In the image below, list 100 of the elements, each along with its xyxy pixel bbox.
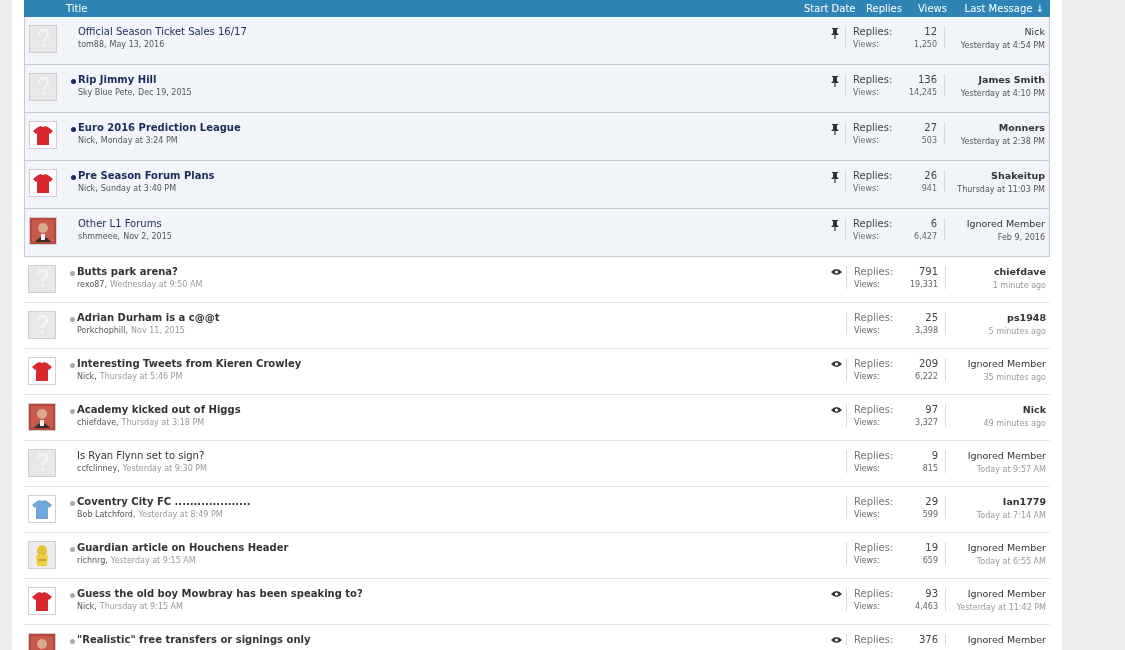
- start-date: Nov 2, 2015: [123, 232, 172, 241]
- start-date: Thursday at 3:18 PM: [121, 418, 205, 427]
- views-label: Views:: [854, 510, 880, 519]
- shirt-avatar[interactable]: [29, 169, 57, 197]
- last-poster-link[interactable]: Ignored Member: [967, 450, 1046, 461]
- last-message-time[interactable]: Yesterday at 2:38 PM: [960, 137, 1045, 146]
- start-date: Dec 19, 2015: [138, 88, 192, 97]
- reply-count: 791: [918, 266, 938, 277]
- start-date: Yesterday at 9:30 PM: [122, 464, 207, 473]
- author-link[interactable]: ccfclinney,: [77, 464, 120, 473]
- thread-title-link[interactable]: Coventry City FC ....................: [77, 496, 251, 507]
- column-header[interactable]: Replies: [866, 3, 902, 14]
- last-poster-link[interactable]: Nick: [1022, 404, 1046, 415]
- views-label: Views:: [854, 372, 880, 381]
- shirt-avatar[interactable]: [28, 495, 56, 523]
- thread-title-link[interactable]: Academy kicked out of Higgs: [77, 404, 241, 415]
- start-date: Sunday at 3:40 PM: [100, 184, 177, 193]
- last-poster-link[interactable]: Ignored Member: [967, 634, 1046, 645]
- last-poster-link[interactable]: Shakeitup: [991, 170, 1045, 181]
- view-count: 815: [922, 464, 938, 473]
- author-link[interactable]: Porkchophill,: [77, 326, 129, 335]
- column-header[interactable]: Start Date: [804, 3, 856, 14]
- views-label: Views:: [853, 232, 879, 241]
- replies-label: Replies:: [854, 496, 894, 507]
- thread-title-link[interactable]: Butts park arena?: [77, 266, 178, 277]
- column-header[interactable]: Last Message ↓: [964, 3, 1044, 14]
- replies-label: Replies:: [854, 634, 894, 645]
- author-link[interactable]: richnrg,: [77, 556, 108, 565]
- reply-count: 25: [925, 312, 938, 323]
- reply-count: 12: [924, 26, 937, 37]
- replies-label: Replies:: [854, 588, 894, 599]
- author-link[interactable]: Nick,: [78, 184, 98, 193]
- start-date: Yesterday at 9:15 AM: [110, 556, 196, 565]
- replies-label: Replies:: [853, 122, 893, 133]
- author-link[interactable]: rexo87,: [77, 280, 107, 289]
- replies-label: Replies:: [853, 218, 893, 229]
- view-count: 14,245: [909, 88, 937, 97]
- author-link[interactable]: tom88,: [78, 40, 107, 49]
- last-message-time[interactable]: Yesterday at 4:54 PM: [960, 41, 1045, 50]
- last-message-time[interactable]: Feb 9, 2016: [997, 233, 1045, 242]
- last-poster-link[interactable]: Nick: [1024, 26, 1045, 37]
- views-label: Views:: [853, 136, 879, 145]
- views-label: Views:: [853, 88, 879, 97]
- author-link[interactable]: Nick,: [77, 372, 97, 381]
- start-date: May 13, 2016: [109, 40, 165, 49]
- thread-title-link[interactable]: Interesting Tweets from Kieren Crowley: [77, 358, 302, 369]
- start-date: Thursday at 9:15 AM: [99, 602, 183, 611]
- replies-label: Replies:: [853, 170, 893, 181]
- author-link[interactable]: Nick,: [78, 136, 98, 145]
- replies-label: Replies:: [854, 450, 894, 461]
- replies-label: Replies:: [854, 404, 894, 415]
- author-link[interactable]: Sky Blue Pete,: [78, 88, 135, 97]
- views-label: Views:: [854, 464, 880, 473]
- last-poster-link[interactable]: Ignored Member: [967, 588, 1046, 599]
- author-link[interactable]: Nick,: [77, 602, 97, 611]
- view-count: 3,398: [915, 326, 938, 335]
- last-poster-link[interactable]: chiefdave: [993, 266, 1046, 277]
- view-count: 6,427: [914, 232, 937, 241]
- last-message-time[interactable]: Yesterday at 4:10 PM: [960, 89, 1045, 98]
- thread-title-link[interactable]: Euro 2016 Prediction League: [78, 122, 241, 133]
- replies-label: Replies:: [854, 358, 894, 369]
- last-message-time[interactable]: Thursday at 11:03 PM: [957, 185, 1045, 194]
- thread-title-link[interactable]: Other L1 Forums: [78, 218, 162, 229]
- reply-count: 376: [918, 634, 938, 645]
- reply-count: 136: [917, 74, 937, 85]
- last-poster-link[interactable]: Ignored Member: [967, 542, 1046, 553]
- reply-count: 19: [925, 542, 938, 553]
- last-poster-link[interactable]: James Smith: [978, 74, 1045, 85]
- shirt-avatar[interactable]: [28, 357, 56, 385]
- author-link[interactable]: shmmeee,: [78, 232, 121, 241]
- view-count: 4,463: [915, 602, 938, 611]
- last-poster-link[interactable]: ps1948: [1007, 312, 1046, 323]
- column-header[interactable]: Title: [66, 3, 88, 14]
- thread-title-link[interactable]: Official Season Ticket Sales 16/17: [78, 26, 247, 37]
- thread-title-link[interactable]: Pre Season Forum Plans: [78, 170, 215, 181]
- views-label: Views:: [854, 418, 880, 427]
- start-date: Thursday at 5:46 PM: [99, 372, 183, 381]
- last-poster-link[interactable]: Monners: [998, 122, 1045, 133]
- reply-count: 9: [931, 450, 938, 461]
- thread-title-link[interactable]: Adrian Durham is a c@@t: [77, 312, 220, 323]
- thread-title-link[interactable]: "Realistic" free transfers or signings only: [77, 634, 311, 645]
- author-link[interactable]: Bob Latchford,: [77, 510, 136, 519]
- thread-title-link[interactable]: Guardian article on Houchens Header: [77, 542, 289, 553]
- author-link[interactable]: chiefdave,: [77, 418, 119, 427]
- views-label: Views:: [854, 556, 880, 565]
- last-poster-link[interactable]: Ian1779: [1002, 496, 1046, 507]
- view-count: 659: [922, 556, 938, 565]
- shirt-avatar[interactable]: [29, 121, 57, 149]
- view-count: 599: [922, 510, 938, 519]
- thread-title-link[interactable]: Is Ryan Flynn set to sign?: [77, 450, 205, 461]
- shirt-avatar[interactable]: [28, 587, 56, 615]
- thread-title-link[interactable]: Guess the old boy Mowbray has been speaking to?: [77, 588, 363, 599]
- view-count: 941: [921, 184, 937, 193]
- start-date: Wednesday at 9:50 AM: [110, 280, 203, 289]
- thread-title-link[interactable]: Rip Jimmy Hill: [78, 74, 157, 85]
- last-poster-link[interactable]: Ignored Member: [966, 218, 1045, 229]
- view-count: 6,222: [915, 372, 938, 381]
- last-poster-link[interactable]: Ignored Member: [967, 358, 1046, 369]
- views-label: Views:: [854, 280, 880, 289]
- column-header[interactable]: Views: [918, 3, 947, 14]
